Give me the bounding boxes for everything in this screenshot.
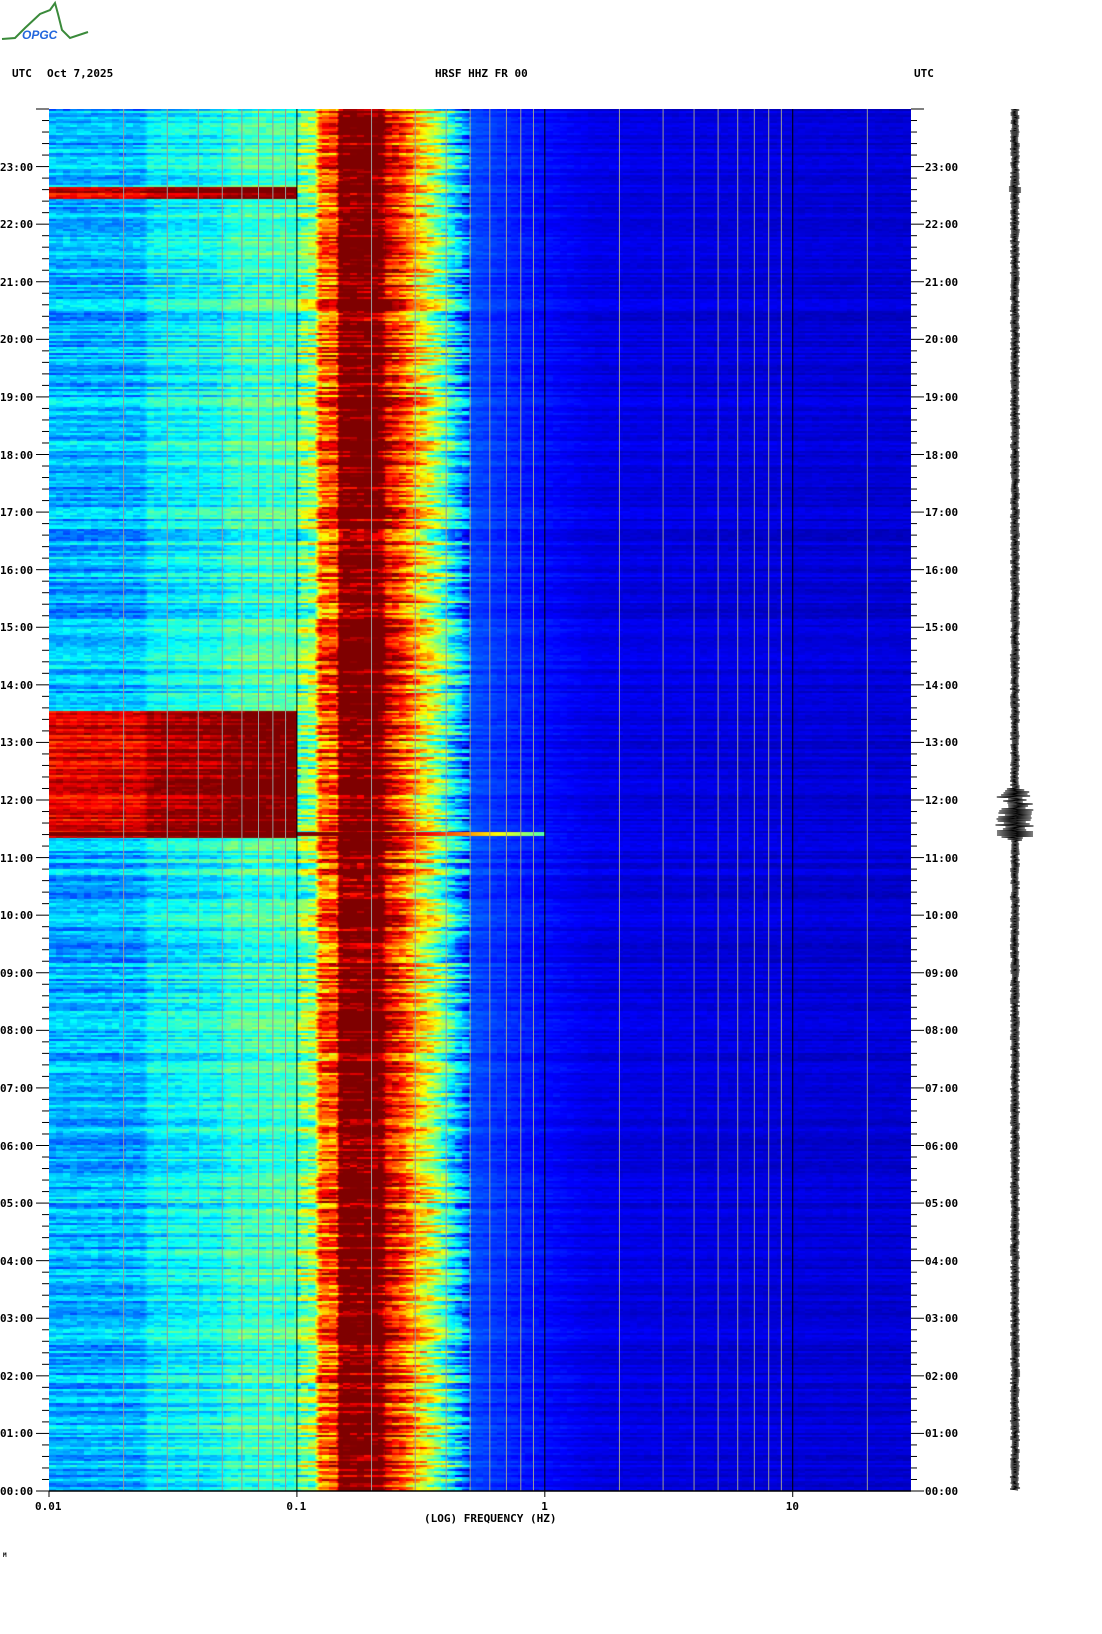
y-tick-label-right: 18:00	[925, 448, 959, 462]
y-tick-label-right: 12:00	[925, 794, 959, 807]
y-tick-label-left: 17:00	[0, 506, 34, 520]
y-tick-label-left: 12:00	[0, 794, 34, 807]
y-tick-label-right: 05:00	[925, 1197, 959, 1211]
y-tick-label-right: 20:00	[925, 333, 959, 347]
y-tick-label-left: 20:00	[0, 333, 34, 347]
y-tick-label-left: 01:00	[0, 1427, 34, 1441]
y-tick-label-right: 03:00	[925, 1312, 959, 1326]
x-tick-label: 0.01	[35, 1500, 62, 1513]
axes-overlay	[36, 108, 924, 1497]
y-tick-label-right: 04:00	[925, 1254, 959, 1268]
y-tick-label-left: 22:00	[0, 218, 34, 232]
y-tick-label-right: 08:00	[925, 1024, 959, 1038]
y-tick-label-left: 04:00	[0, 1254, 34, 1268]
y-tick-label-right: 15:00	[925, 621, 959, 635]
y-tick-label-right: 11:00	[925, 851, 959, 865]
y-tick-label-right: 21:00	[925, 275, 959, 289]
footer-mark: M	[3, 1552, 7, 1559]
y-tick-label-left: 06:00	[0, 1139, 34, 1153]
y-tick-label-left: 18:00	[0, 448, 34, 462]
y-tick-label-right: 00:00	[925, 1485, 959, 1498]
y-tick-label-right: 16:00	[925, 563, 959, 577]
y-tick-label-left: 21:00	[0, 275, 34, 289]
y-tick-label-left: 05:00	[0, 1197, 34, 1211]
y-tick-label-left: 02:00	[0, 1369, 34, 1383]
y-tick-label-left: 03:00	[0, 1312, 34, 1326]
x-axis-label: (LOG) FREQUENCY (HZ)	[424, 1512, 557, 1525]
y-tick-label-left: 13:00	[0, 736, 34, 750]
y-tick-label-left: 15:00	[0, 621, 34, 635]
y-tick-label-left: 08:00	[0, 1024, 34, 1038]
y-tick-label-right: 22:00	[925, 218, 959, 232]
x-tick-label: 0.1	[286, 1500, 307, 1513]
y-tick-label-right: 07:00	[925, 1081, 959, 1095]
y-tick-label-right: 01:00	[925, 1427, 959, 1441]
y-tick-label-left: 19:00	[0, 390, 34, 404]
y-tick-label-right: 02:00	[925, 1369, 959, 1383]
y-tick-label-right: 23:00	[925, 160, 959, 174]
y-tick-label-right: 10:00	[925, 909, 959, 923]
y-tick-label-left: 23:00	[0, 160, 34, 174]
y-tick-label-left: 16:00	[0, 563, 34, 577]
y-tick-label-left: 10:00	[0, 909, 34, 923]
seismogram-waveform	[995, 109, 1034, 1491]
y-tick-label-left: 00:00	[0, 1485, 34, 1498]
y-tick-label-left: 14:00	[0, 678, 34, 692]
y-tick-label-left: 11:00	[0, 851, 34, 865]
y-tick-label-right: 06:00	[925, 1139, 959, 1153]
y-tick-label-right: 13:00	[925, 736, 959, 750]
y-tick-label-right: 14:00	[925, 678, 959, 692]
y-tick-label-left: 09:00	[0, 966, 34, 980]
y-tick-label-right: 17:00	[925, 506, 959, 520]
y-tick-label-left: 07:00	[0, 1081, 34, 1095]
seismogram-trace	[995, 109, 1034, 1491]
y-tick-label-right: 19:00	[925, 390, 959, 404]
y-tick-label-right: 09:00	[925, 966, 959, 980]
x-tick-label: 10	[785, 1500, 799, 1513]
